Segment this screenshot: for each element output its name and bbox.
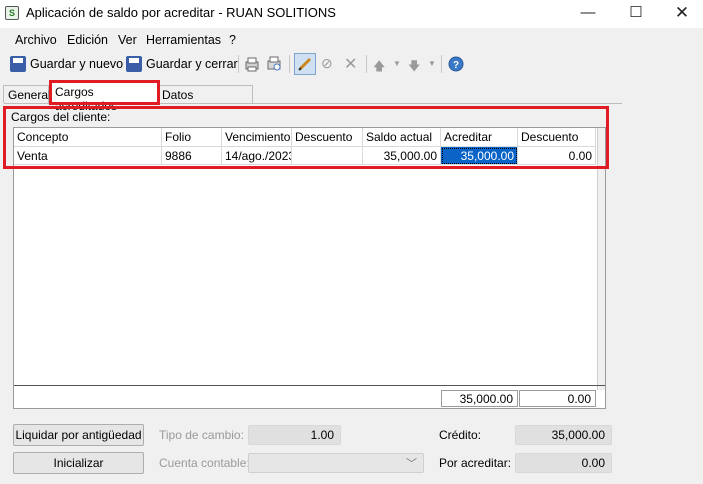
save-new-label: Guardar y nuevo <box>30 57 124 71</box>
pencil-icon <box>298 57 312 71</box>
save-close-label: Guardar y cerrar <box>146 57 238 71</box>
tab-general[interactable]: General <box>3 85 51 103</box>
menu-herramientas[interactable]: Herramientas <box>146 33 221 47</box>
totals-divider <box>14 385 605 386</box>
cuenta-contable-select[interactable]: ﹀ <box>248 453 424 473</box>
menu-archivo[interactable]: Archivo <box>15 33 57 47</box>
por-acreditar-label: Por acreditar: <box>439 456 512 470</box>
floppy-disk-icon <box>126 56 142 72</box>
close-button[interactable]: ✕ <box>659 0 703 28</box>
delete-icon[interactable]: ✕ <box>344 54 357 74</box>
inicializar-button[interactable]: Inicializar <box>13 452 144 474</box>
print-preview-icon[interactable] <box>266 56 282 72</box>
chevron-down-icon[interactable]: ▼ <box>393 59 401 68</box>
arrow-down-icon[interactable]: 🡇 <box>408 57 420 78</box>
svg-text:?: ? <box>453 60 459 71</box>
toolbar: Guardar y nuevo Guardar y cerrar ⊘ ✕ 🡅 ▼… <box>0 52 703 76</box>
title-bar: S Aplicación de saldo por acreditar - RU… <box>0 0 703 28</box>
credito-label: Crédito: <box>439 428 482 442</box>
menu-help[interactable]: ? <box>229 33 236 47</box>
window-title: Aplicación de saldo por acreditar - RUAN… <box>26 5 336 20</box>
minimize-button[interactable]: — <box>565 0 611 28</box>
menu-edicion[interactable]: Edición <box>67 33 108 47</box>
printer-icon[interactable] <box>244 56 260 72</box>
toolbar-separator <box>366 55 367 73</box>
tipo-cambio-label: Tipo de cambio: <box>159 428 244 442</box>
menu-bar: Archivo Edición Ver Herramientas ? <box>0 30 703 50</box>
tipo-cambio-field[interactable]: 1.00 <box>248 425 341 445</box>
toolbar-separator <box>441 55 442 73</box>
chevron-down-icon[interactable]: ▼ <box>428 59 436 68</box>
cargos-grid[interactable]: Concepto Folio Vencimiento Descuento Sal… <box>13 127 606 409</box>
cancel-icon[interactable]: ⊘ <box>321 55 333 72</box>
toolbar-separator <box>238 55 239 73</box>
total-descuento: 0.00 <box>519 390 596 407</box>
credito-field: 35,000.00 <box>515 425 612 445</box>
menu-ver[interactable]: Ver <box>118 33 137 47</box>
highlight-box-grid <box>3 106 609 169</box>
save-close-button[interactable]: Guardar y cerrar <box>126 54 238 74</box>
maximize-button[interactable]: ☐ <box>613 0 659 28</box>
floppy-disk-icon <box>10 56 26 72</box>
help-icon[interactable]: ? <box>448 56 464 72</box>
chevron-down-icon: ﹀ <box>406 458 417 470</box>
toolbar-separator <box>289 55 290 73</box>
highlight-box-tab <box>49 80 160 105</box>
tab-datos-particulares[interactable]: Datos particulares <box>157 85 253 116</box>
liquidar-button[interactable]: Liquidar por antigüedad <box>13 424 144 446</box>
cuenta-contable-label: Cuenta contable: <box>159 456 250 470</box>
por-acreditar-field: 0.00 <box>515 453 612 473</box>
edit-button[interactable] <box>294 53 316 75</box>
app-icon: S <box>5 6 19 20</box>
arrow-up-icon[interactable]: 🡅 <box>373 57 385 78</box>
save-new-button[interactable]: Guardar y nuevo <box>10 54 123 74</box>
total-acreditar: 35,000.00 <box>441 390 518 407</box>
